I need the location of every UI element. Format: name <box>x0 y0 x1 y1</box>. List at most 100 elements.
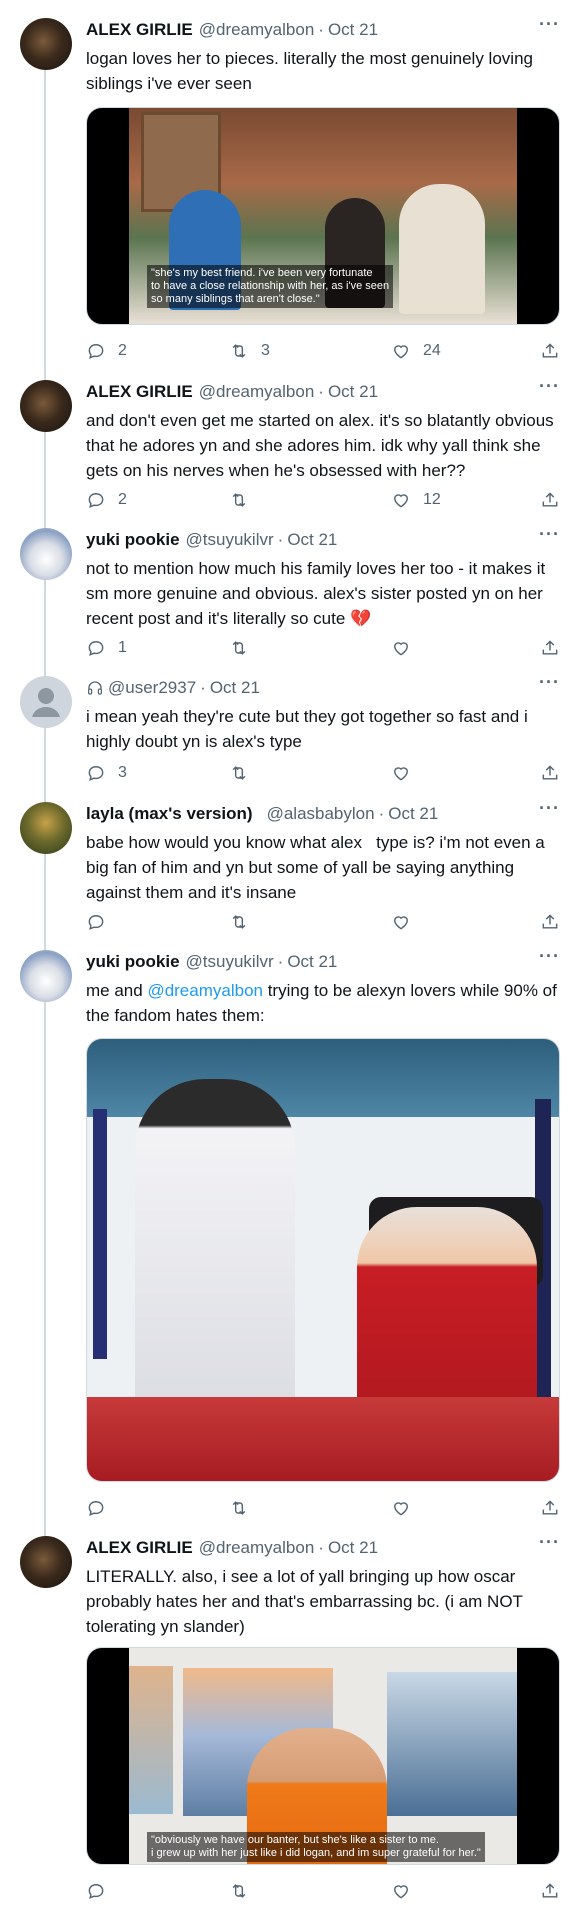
reply-count: 3 <box>118 764 127 781</box>
tweet-date[interactable]: Oct 21 <box>328 1538 378 1558</box>
like-button[interactable] <box>391 638 423 658</box>
action-bar: 1 <box>86 636 560 660</box>
author-name[interactable]: ALEX GIRLIE <box>86 1538 193 1558</box>
avatar[interactable] <box>20 528 72 580</box>
share-button[interactable] <box>540 341 560 361</box>
share-button[interactable] <box>540 1881 560 1901</box>
share-icon <box>540 638 560 658</box>
retweet-button[interactable] <box>229 490 261 510</box>
tweet-text: and don't even get me started on alex. i… <box>86 411 559 480</box>
painting-shape <box>129 1666 173 1814</box>
more-icon[interactable]: ··· <box>539 672 560 693</box>
author-name[interactable]: ALEX GIRLIE <box>86 20 193 40</box>
like-button[interactable]: 12 <box>391 490 441 510</box>
person-white-jacket <box>135 1079 295 1409</box>
tweet-date[interactable]: Oct 21 <box>210 678 260 698</box>
tweet-video[interactable]: "she's my best friend. i've been very fo… <box>86 107 560 325</box>
more-icon[interactable]: ··· <box>539 946 560 967</box>
retweet-icon <box>229 763 249 783</box>
avatar[interactable] <box>20 380 72 432</box>
person-shape <box>399 184 485 314</box>
like-button[interactable]: 24 <box>391 341 441 361</box>
avatar[interactable] <box>20 18 72 70</box>
headphone-icon <box>88 681 102 695</box>
action-bar: 3 <box>86 761 560 785</box>
retweet-icon <box>229 490 249 510</box>
avatar[interactable] <box>20 950 72 1002</box>
retweet-button[interactable] <box>229 1498 261 1518</box>
tweet-date[interactable]: Oct 21 <box>328 20 378 40</box>
separator-dot: · <box>277 530 284 549</box>
mention-link[interactable]: @dreamyalbon <box>147 981 263 1000</box>
avatar[interactable] <box>20 1536 72 1588</box>
reply-icon <box>86 341 106 361</box>
avatar[interactable] <box>20 802 72 854</box>
more-icon[interactable]: ··· <box>539 376 560 397</box>
author-handle[interactable]: @dreamyalbon <box>199 1538 315 1558</box>
share-icon <box>540 763 560 783</box>
reply-button[interactable]: 3 <box>86 763 127 783</box>
author-handle[interactable]: @tsuyukilvr <box>186 530 274 550</box>
reply-button[interactable]: 1 <box>86 638 127 658</box>
separator-dot: · <box>318 20 324 39</box>
person-red-jacket <box>357 1207 537 1407</box>
reply-button[interactable] <box>86 1881 118 1901</box>
retweet-button[interactable] <box>229 763 261 783</box>
tweet-date[interactable]: Oct 21 <box>328 382 378 402</box>
author-handle[interactable]: @tsuyukilvr <box>186 952 274 972</box>
share-button[interactable] <box>540 912 560 932</box>
reply-button[interactable] <box>86 912 118 932</box>
reply-count: 2 <box>118 342 127 359</box>
author-name[interactable]: yuki pookie <box>86 530 180 550</box>
share-icon <box>540 1498 560 1518</box>
more-icon[interactable]: ··· <box>539 524 560 545</box>
like-button[interactable] <box>391 912 423 932</box>
caption-line: "obviously we have our banter, but she's… <box>151 1834 439 1846</box>
tweet-image[interactable] <box>86 1038 560 1482</box>
more-icon[interactable]: ··· <box>539 14 560 35</box>
retweet-icon <box>229 1881 249 1901</box>
author-name[interactable]: layla (max's version) <box>86 804 253 824</box>
more-icon[interactable]: ··· <box>539 798 560 819</box>
author-handle[interactable]: @dreamyalbon <box>199 382 315 402</box>
more-icon[interactable]: ··· <box>539 1532 560 1553</box>
default-avatar[interactable] <box>20 676 72 728</box>
tweet-text: logan loves her to pieces. literally the… <box>86 49 538 93</box>
like-button[interactable] <box>391 1881 423 1901</box>
tweet-text: not to mention how much his family loves… <box>86 559 550 628</box>
reply-button[interactable] <box>86 1498 118 1518</box>
separator-dot: · <box>277 952 284 971</box>
share-button[interactable] <box>540 638 560 658</box>
reply-button[interactable]: 2 <box>86 341 127 361</box>
share-icon <box>540 1881 560 1901</box>
share-button[interactable] <box>540 490 560 510</box>
author-name[interactable]: yuki pookie <box>86 952 180 972</box>
author-name[interactable]: ALEX GIRLIE <box>86 382 193 402</box>
caption-line: i grew up with her just like i did logan… <box>151 1847 481 1859</box>
retweet-button[interactable] <box>229 638 261 658</box>
author-handle[interactable]: @alasbabylon <box>267 804 375 824</box>
like-count: 12 <box>423 491 441 508</box>
heart-icon <box>391 638 411 658</box>
author-handle[interactable]: @dreamyalbon <box>199 20 315 40</box>
tweet-date[interactable]: Oct 21 <box>287 952 337 972</box>
retweet-button[interactable] <box>229 912 261 932</box>
tweet-video[interactable]: "obviously we have our banter, but she's… <box>86 1647 560 1865</box>
tweet-date[interactable]: Oct 21 <box>388 804 438 824</box>
retweet-count: 3 <box>261 342 270 359</box>
thread-line <box>44 60 46 1538</box>
share-button[interactable] <box>540 763 560 783</box>
author-handle[interactable]: @user2937 <box>108 678 196 698</box>
person-icon <box>32 688 60 717</box>
retweet-icon <box>229 638 249 658</box>
like-button[interactable] <box>391 763 423 783</box>
tweet-text: babe how would you know what alex type i… <box>86 833 550 902</box>
tweet-text: i mean yeah they're cute but they got to… <box>86 707 533 751</box>
heart-icon <box>391 490 411 510</box>
tweet-date[interactable]: Oct 21 <box>287 530 337 550</box>
retweet-button[interactable]: 3 <box>229 341 270 361</box>
reply-button[interactable]: 2 <box>86 490 127 510</box>
retweet-button[interactable] <box>229 1881 261 1901</box>
like-button[interactable] <box>391 1498 423 1518</box>
share-button[interactable] <box>540 1498 560 1518</box>
